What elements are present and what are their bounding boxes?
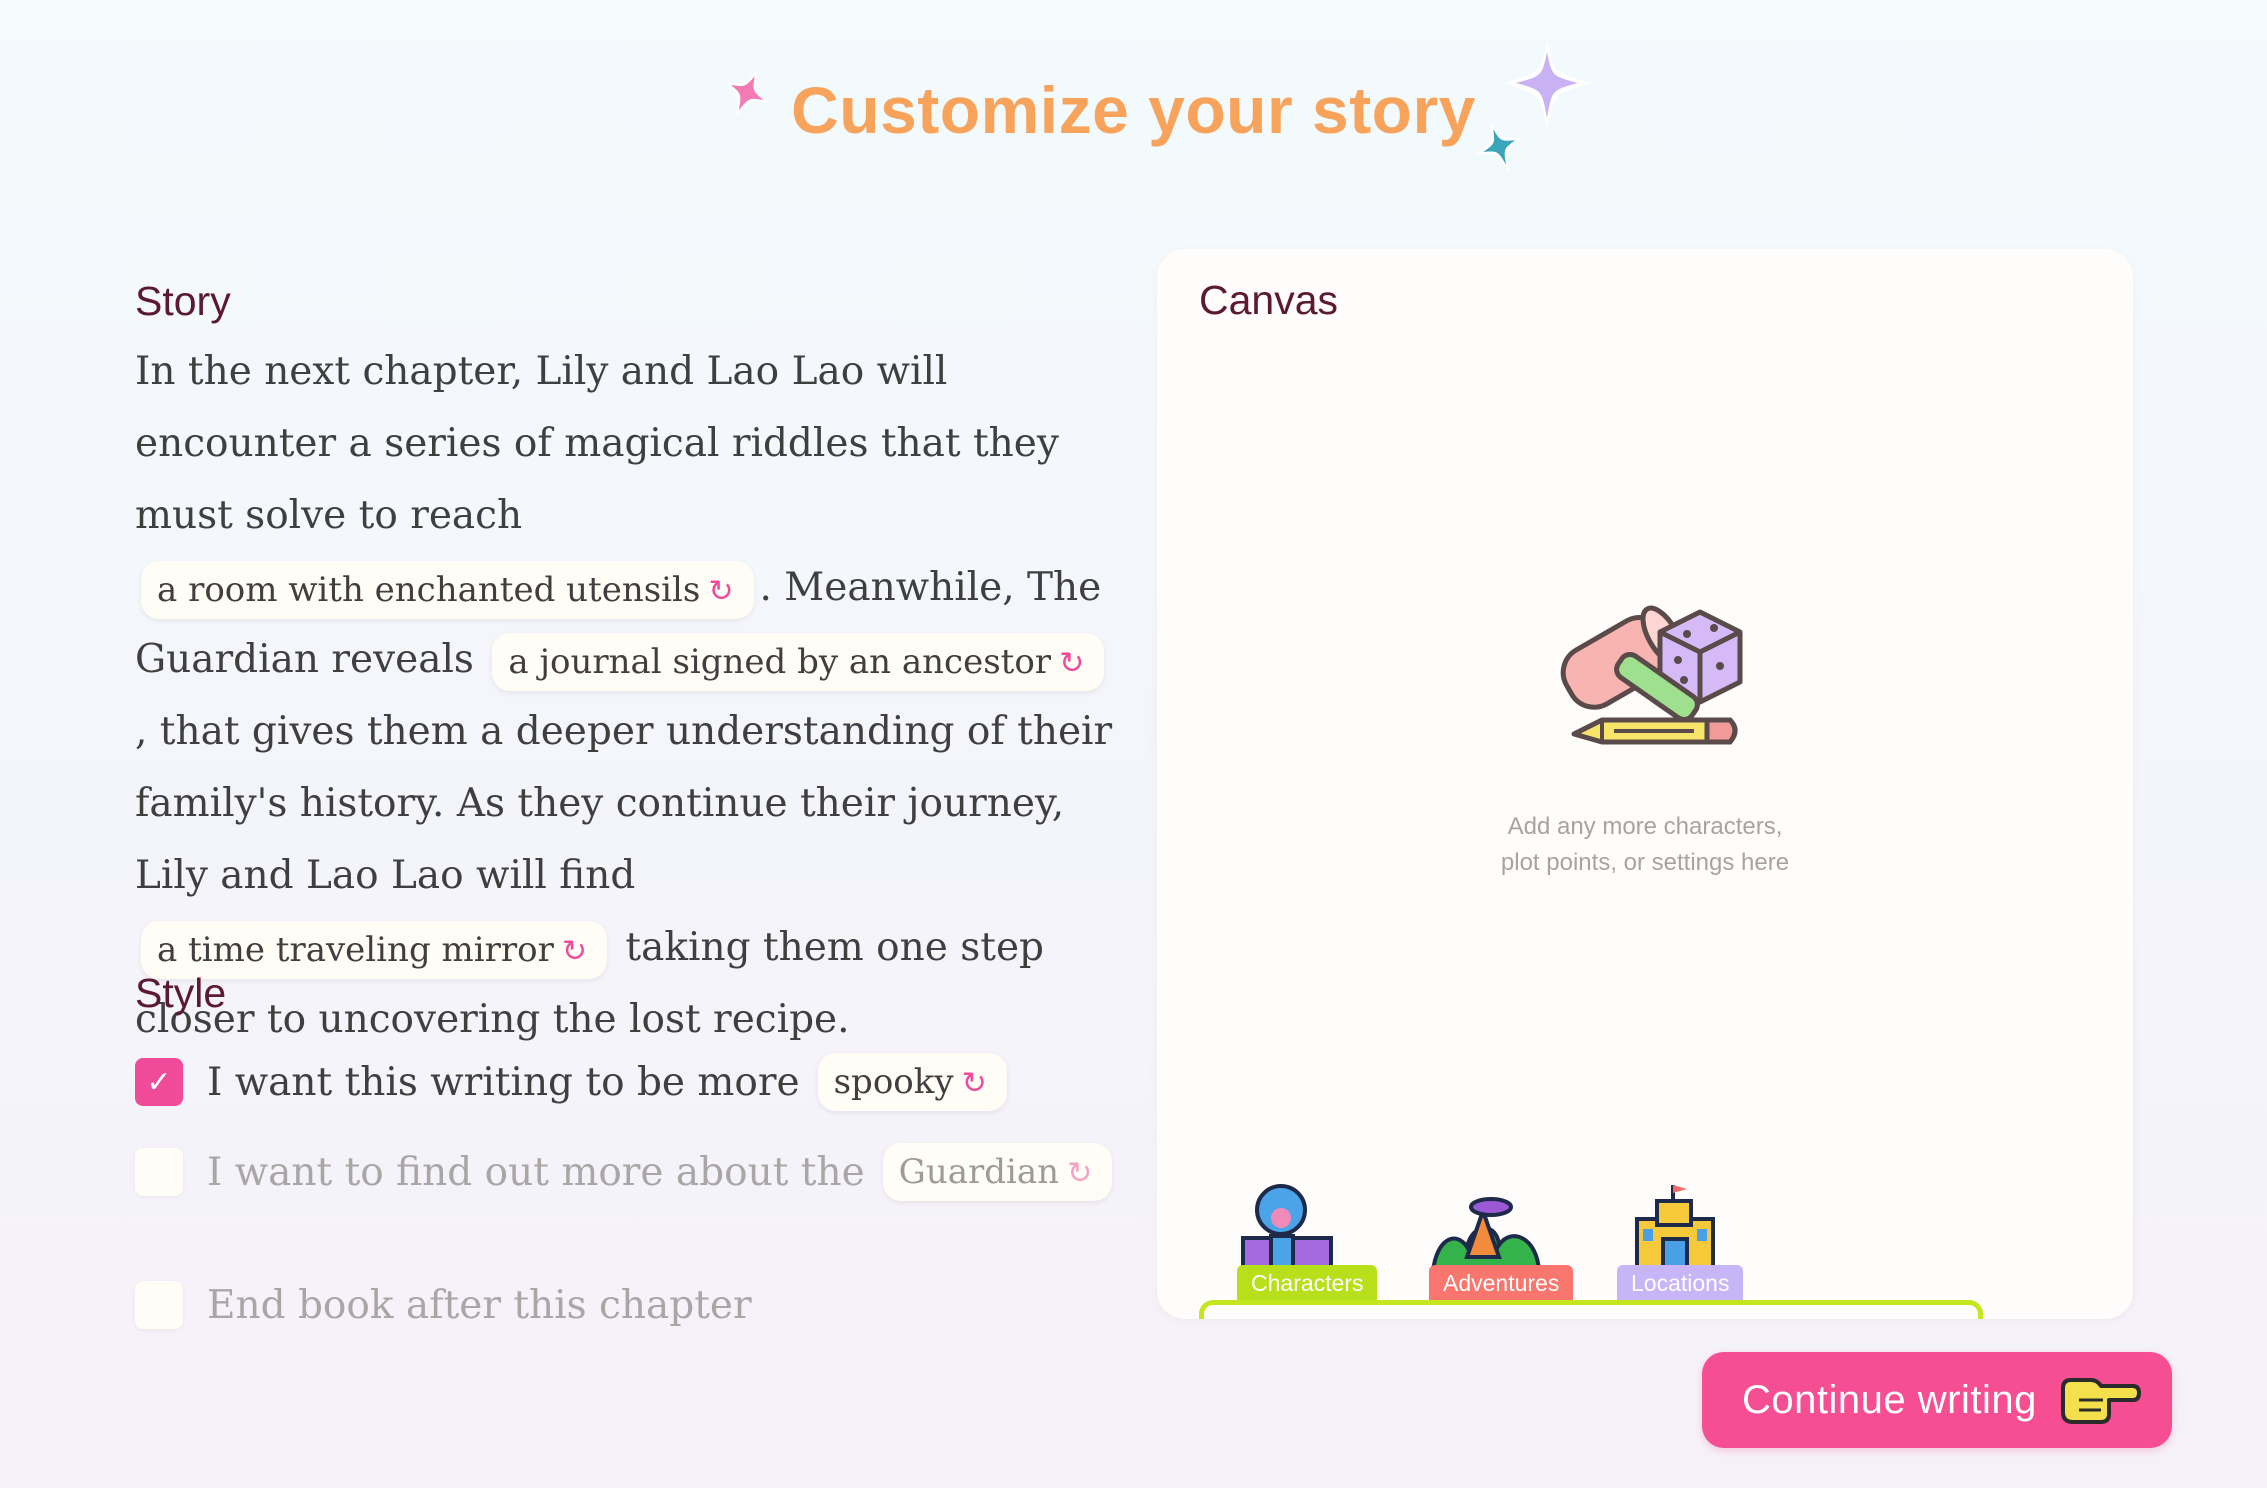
chip-label: spooky (833, 1062, 954, 1102)
pink-sparkle-icon (725, 70, 769, 117)
style-option-text: End book after this chapter (207, 1282, 752, 1328)
style-option-end-book: End book after this chapter (135, 1281, 752, 1329)
canvas-section-label: Canvas (1199, 277, 1339, 323)
canvas-tray[interactable] (1199, 1300, 1983, 1319)
pointing-hand-icon (2060, 1378, 2141, 1424)
style-option-text: I want this writing to be more (207, 1059, 800, 1105)
continue-writing-button[interactable]: Continue writing (1702, 1352, 2172, 1448)
teal-sparkle-icon (1475, 121, 1523, 173)
story-paragraph: In the next chapter, Lily and Lao Lao wi… (135, 336, 1115, 1056)
canvas-hint: Add any more characters, plot points, or… (1157, 809, 2133, 881)
style-option-guardian: I want to find out more about the Guardi… (135, 1143, 1118, 1201)
story-choice-chip[interactable]: a room with enchanted utensils ↻ (141, 561, 754, 619)
chip-label: a time traveling mirror (157, 930, 554, 970)
style-choice-chip[interactable]: spooky ↻ (817, 1053, 1007, 1111)
refresh-icon[interactable]: ↻ (1067, 1156, 1092, 1191)
continue-writing-label: Continue writing (1742, 1377, 2037, 1422)
story-section-label: Story (135, 278, 231, 324)
style-choice-chip[interactable]: Guardian ↻ (882, 1143, 1113, 1201)
story-text-segment: , that gives them a deeper understanding… (135, 709, 1113, 898)
checkbox-checked[interactable]: ✓ (135, 1058, 183, 1106)
style-option-spooky: ✓ I want this writing to be more spooky ↻ (135, 1053, 1013, 1111)
canvas-hint-line: plot points, or settings here (1500, 849, 1790, 876)
tab-locations[interactable]: Locations (1617, 1265, 1744, 1301)
refresh-icon[interactable]: ↻ (962, 1066, 987, 1101)
characters-icon (1241, 1184, 1333, 1270)
canvas-hint-line: Add any more characters, (1507, 813, 1783, 840)
checkmark-icon: ✓ (146, 1064, 172, 1100)
refresh-icon[interactable]: ↻ (1059, 646, 1084, 681)
page-title: Customize your story (791, 73, 1476, 147)
locations-icon (1635, 1185, 1715, 1269)
tab-adventures[interactable]: Adventures (1429, 1265, 1574, 1301)
adventures-icon (1430, 1197, 1542, 1273)
chip-label: Guardian (898, 1152, 1060, 1192)
toys-illustration-icon (1560, 605, 1743, 745)
story-choice-chip[interactable]: a journal signed by an ancestor ↻ (492, 633, 1105, 691)
chip-label: a journal signed by an ancestor (508, 642, 1052, 682)
refresh-icon[interactable]: ↻ (562, 934, 587, 969)
style-option-text: I want to find out more about the (207, 1149, 865, 1195)
chip-label: a room with enchanted utensils (157, 570, 701, 610)
style-section-label: Style (135, 970, 227, 1016)
story-text-segment: In the next chapter, Lily and Lao Lao wi… (135, 349, 1059, 538)
tab-characters[interactable]: Characters (1237, 1265, 1378, 1301)
refresh-icon[interactable]: ↻ (708, 574, 733, 609)
checkbox-unchecked[interactable] (135, 1281, 183, 1329)
checkbox-unchecked[interactable] (135, 1148, 183, 1196)
canvas-panel[interactable]: Canvas Add any more characters, plot poi… (1157, 249, 2133, 1319)
